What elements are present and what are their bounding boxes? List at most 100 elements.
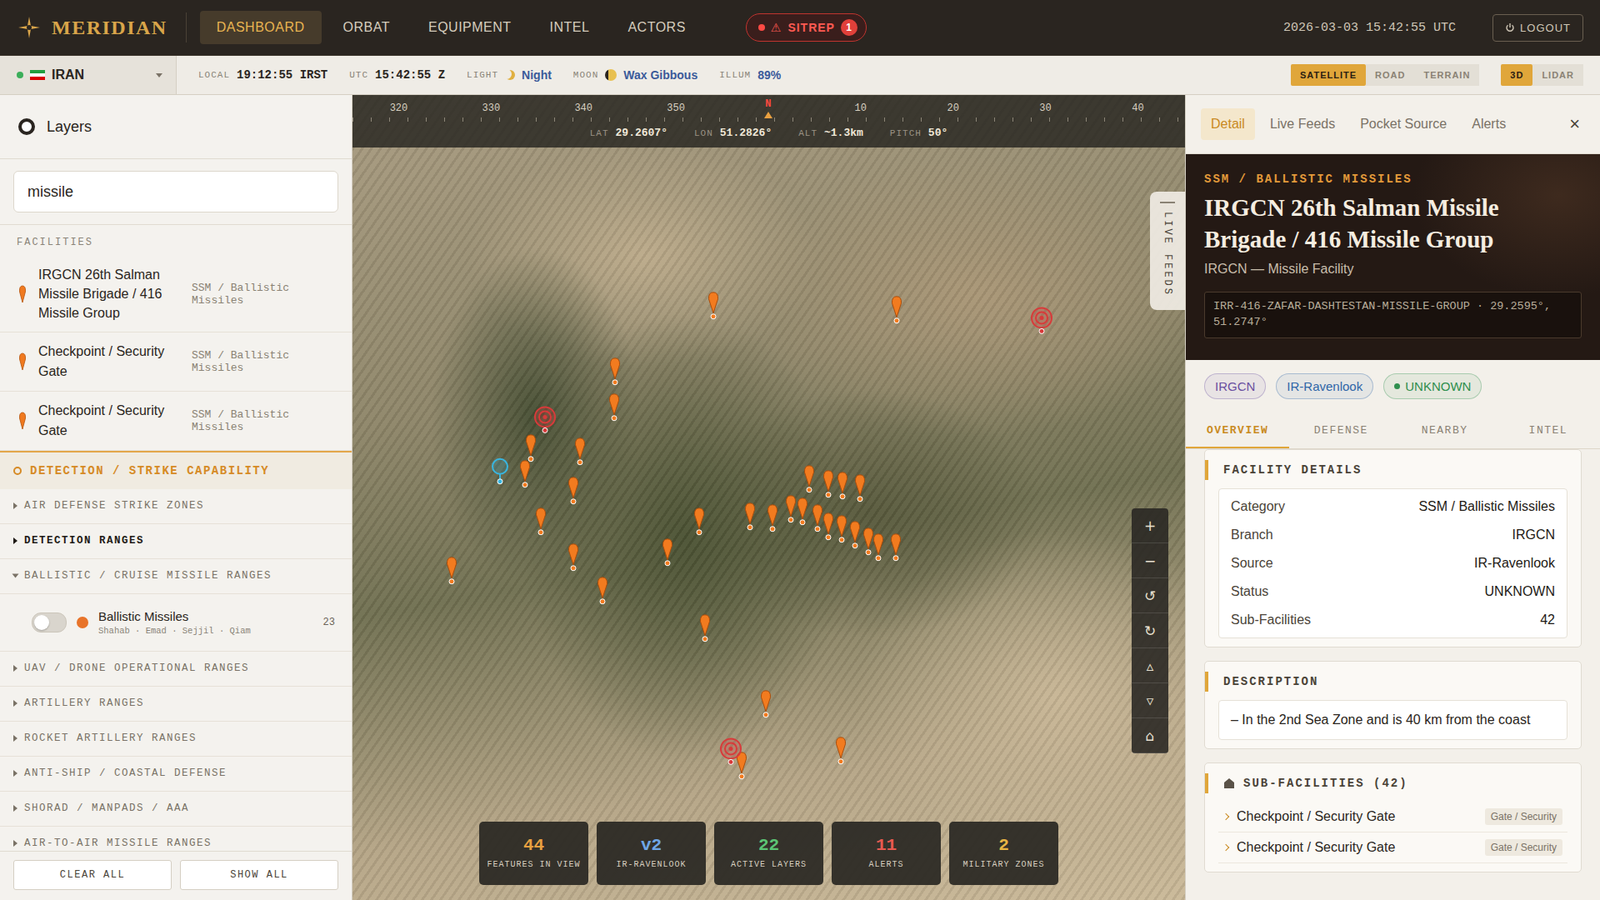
map-marker[interactable] [760, 690, 773, 719]
layer-group[interactable]: DETECTION RANGES [0, 524, 352, 560]
map-marker[interactable] [802, 464, 815, 493]
power-icon [1505, 22, 1515, 33]
subfacility-item[interactable]: Checkpoint / Security GateGate / Securit… [1218, 801, 1568, 833]
compass-strip[interactable]: 320330340350N10203040 [352, 95, 1185, 122]
map-control-button[interactable]: ▵ [1131, 648, 1169, 684]
stat-card: 22ACTIVE LAYERS [714, 821, 824, 885]
layers-button[interactable]: SHOW ALL [180, 860, 339, 890]
map-marker[interactable] [765, 504, 779, 533]
detail-tab[interactable]: Alerts [1461, 108, 1516, 140]
view-mode-button[interactable]: 3D [1500, 64, 1533, 86]
logout-button[interactable]: LOGOUT [1492, 14, 1584, 42]
layer-group[interactable]: ANTI-SHIP / COASTAL DEFENSE [0, 756, 352, 792]
map-marker[interactable] [524, 434, 537, 463]
close-button[interactable]: × [1564, 112, 1585, 136]
subfacility-item[interactable]: Checkpoint / Security GateGate / Securit… [1218, 832, 1568, 864]
map-marker[interactable] [889, 532, 902, 561]
map-marker[interactable] [699, 614, 712, 643]
map-mode-button[interactable]: SATELLITE [1290, 64, 1366, 86]
map-marker[interactable] [784, 495, 797, 524]
facility-pin-icon [524, 434, 537, 463]
detail-subtab[interactable]: NEARBY [1393, 412, 1497, 449]
map-marker[interactable] [518, 459, 531, 488]
layer-group[interactable]: ARTILLERY RANGES [0, 686, 352, 722]
map-marker[interactable] [836, 471, 850, 500]
map-marker[interactable] [718, 736, 744, 765]
layer-group[interactable]: AIR DEFENSE STRIKE ZONES [0, 489, 352, 525]
live-feeds-tab[interactable]: LIVE FEEDS [1150, 191, 1185, 310]
map-marker[interactable] [796, 497, 810, 526]
nav-item[interactable]: INTEL [533, 10, 607, 45]
layer-toggle[interactable] [31, 612, 67, 633]
map-marker[interactable] [835, 514, 848, 543]
facility-tags: IRGCNIR-RavenlookUNKNOWN [1185, 360, 1600, 413]
map-marker[interactable] [567, 476, 580, 505]
view-mode-button[interactable]: LIDAR [1532, 64, 1584, 86]
map-control-button[interactable]: + [1131, 508, 1169, 544]
map-marker[interactable] [532, 405, 558, 435]
layer-search[interactable] [13, 170, 339, 213]
map-marker[interactable] [822, 470, 835, 499]
target-marker-icon [532, 405, 558, 435]
layers-panel: LayersFACILITIESIRGCN 26th Salman Missil… [0, 95, 353, 900]
layer-group[interactable]: ROCKET ARTILLERY RANGES [0, 721, 352, 757]
map-view[interactable]: 320330340350N10203040LAT29.2607°LON51.28… [352, 95, 1185, 900]
camera-label: PITCH [890, 128, 922, 139]
map-marker[interactable] [692, 507, 705, 536]
detail-tab[interactable]: Live Feeds [1260, 108, 1345, 140]
map-marker[interactable] [810, 504, 824, 533]
detail-subtab[interactable]: INTEL [1496, 412, 1600, 449]
map-marker[interactable] [660, 538, 674, 567]
map-mode-button[interactable]: ROAD [1365, 64, 1415, 86]
layer-group[interactable]: UAV / DRONE OPERATIONAL RANGES [0, 651, 352, 687]
layers-button[interactable]: CLEAR ALL [13, 860, 172, 890]
layer-group[interactable]: BALLISTIC / CRUISE MISSILE RANGES [0, 559, 352, 595]
nav-item[interactable]: ACTORS [610, 10, 702, 45]
map-marker[interactable] [848, 520, 861, 550]
sitrep-button[interactable]: ⚠SITREP1 [745, 13, 867, 42]
nav-item[interactable]: DASHBOARD [200, 10, 322, 45]
detail-subtab[interactable]: OVERVIEW [1185, 412, 1290, 449]
map-marker[interactable] [822, 512, 835, 541]
camera-number: ~1.3km [824, 126, 864, 140]
map-control-button[interactable]: ⌂ [1131, 718, 1169, 754]
detail-tab[interactable]: Detail [1200, 108, 1255, 140]
map-marker[interactable] [489, 456, 511, 485]
map-mode-button[interactable]: TERRAIN [1414, 64, 1480, 86]
logo[interactable]: MERIDIAN [16, 15, 173, 40]
country-select[interactable]: IRAN [0, 55, 177, 95]
map-marker[interactable] [861, 527, 875, 556]
expand-arrow-icon [12, 574, 20, 579]
map-marker[interactable] [595, 576, 609, 605]
camera-number: 51.2826° [720, 126, 772, 140]
map-marker[interactable] [609, 357, 622, 386]
map-marker[interactable] [567, 543, 580, 572]
nav-item[interactable]: EQUIPMENT [411, 10, 529, 45]
map-marker[interactable] [706, 291, 720, 320]
camera-number: 29.2607° [615, 126, 668, 140]
map-marker[interactable] [535, 507, 548, 536]
layer-group[interactable]: AIR-TO-AIR MISSILE RANGES [0, 826, 352, 851]
map-marker[interactable] [853, 473, 866, 502]
facility-item[interactable]: IRGCN 26th Salman Missile Brigade / 416 … [0, 256, 352, 333]
subfacility-tag: Gate / Security [1485, 808, 1563, 825]
detail-tab[interactable]: Pocket Source [1350, 108, 1457, 140]
map-marker[interactable] [608, 393, 621, 422]
map-marker[interactable] [445, 555, 458, 585]
map-control-button[interactable]: ↺ [1131, 578, 1169, 614]
map-marker[interactable] [573, 436, 586, 465]
map-marker[interactable] [890, 295, 903, 324]
facility-item[interactable]: Checkpoint / Security GateSSM / Ballisti… [0, 391, 352, 451]
layer-group[interactable]: SHORAD / MANPADS / AAA [0, 791, 352, 827]
facility-item[interactable]: Checkpoint / Security GateSSM / Ballisti… [0, 332, 352, 392]
map-control-button[interactable]: ↻ [1131, 613, 1169, 649]
map-control-button[interactable]: ▿ [1131, 683, 1169, 719]
map-marker[interactable] [1029, 305, 1055, 335]
map-marker[interactable] [871, 532, 885, 561]
nav-item[interactable]: ORBAT [326, 10, 407, 45]
map-marker[interactable] [743, 502, 756, 531]
detail-subtab[interactable]: DEFENSE [1289, 412, 1393, 449]
map-control-button[interactable]: − [1131, 543, 1169, 579]
map-marker[interactable] [834, 736, 847, 765]
subfacility-name: Checkpoint / Security Gate [1236, 840, 1477, 855]
